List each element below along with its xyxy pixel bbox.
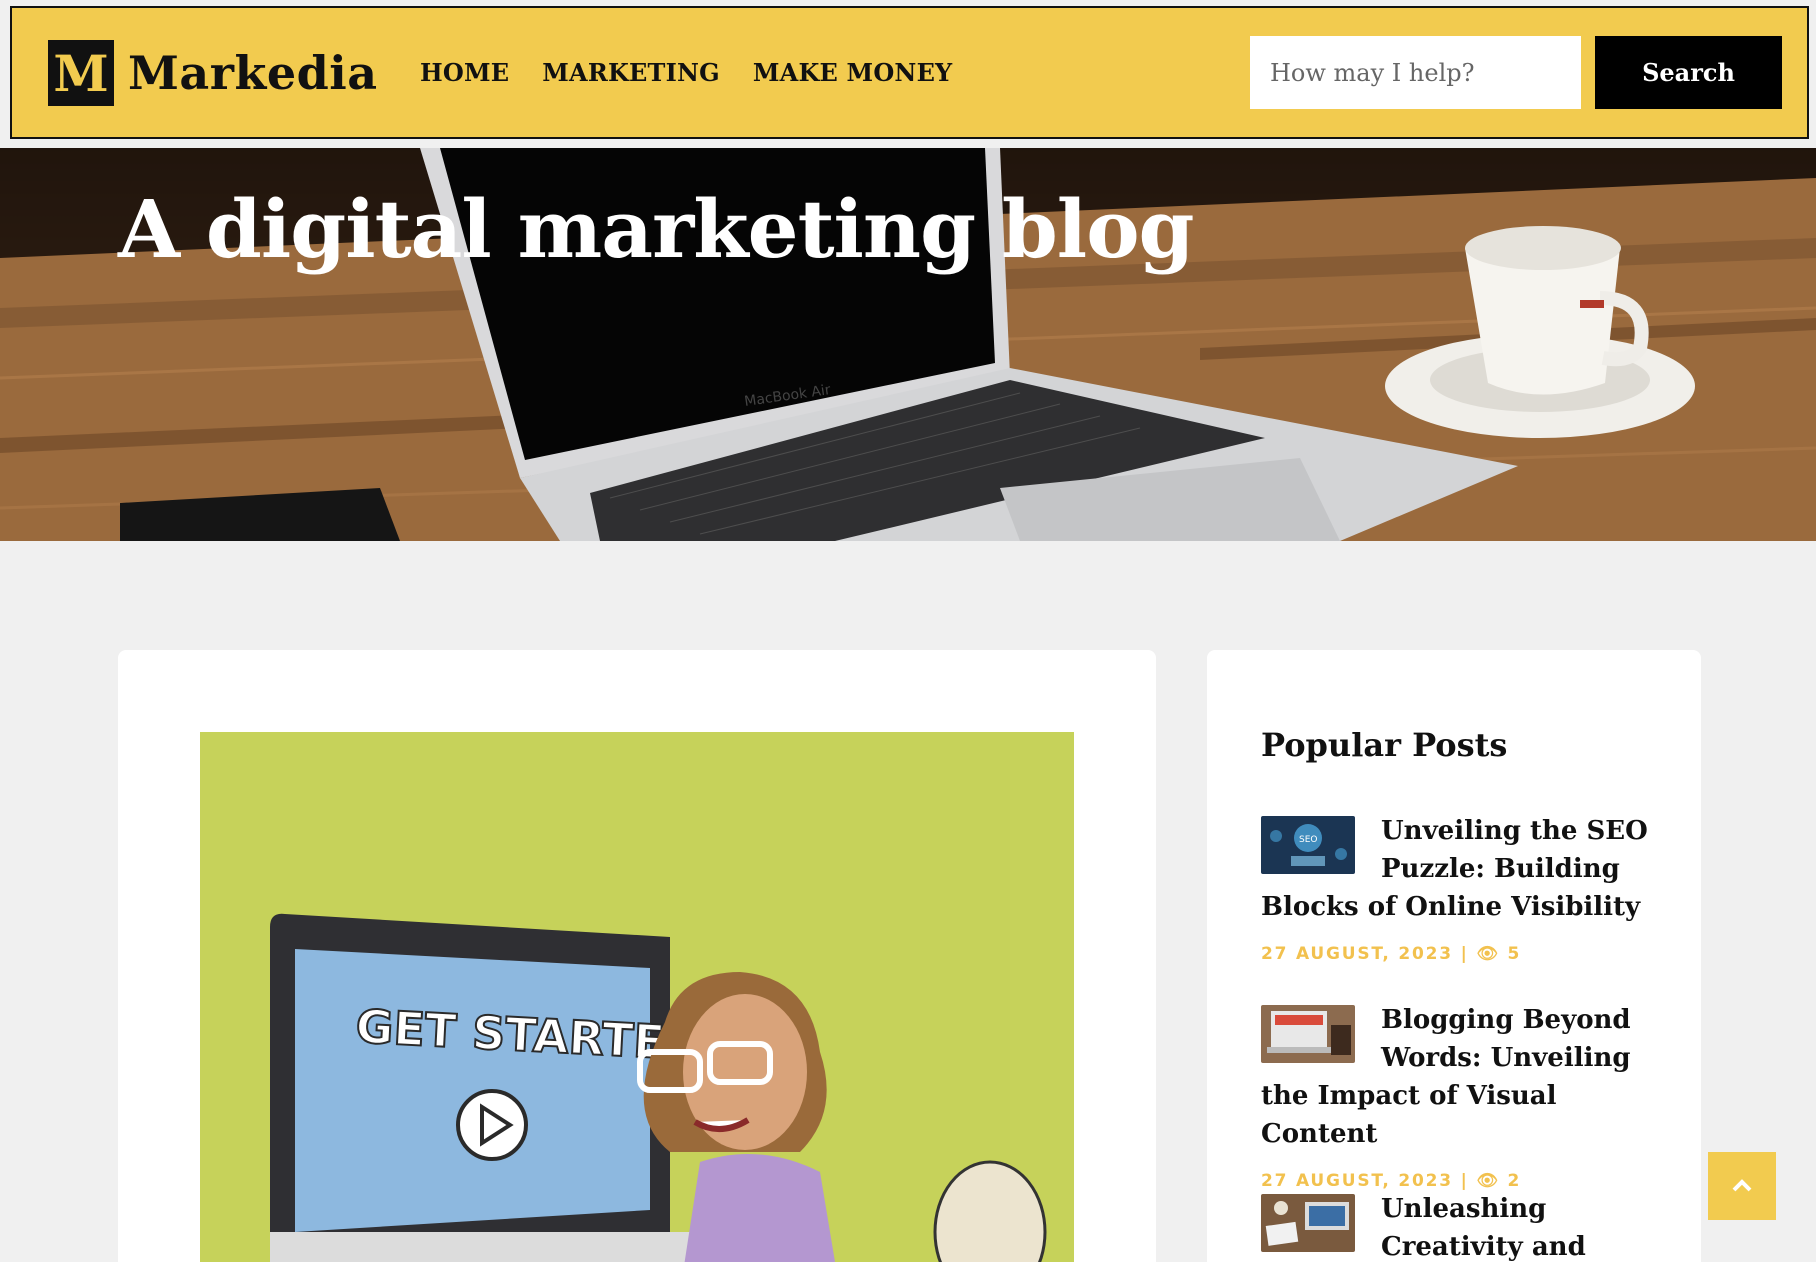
post-meta: 27 AUGUST, 2023 | 👁︎ 5	[1261, 944, 1651, 964]
article-featured-image[interactable]: GET STARTED	[200, 732, 1074, 1262]
popular-post-item[interactable]: Unleashing Creativity and	[1261, 1190, 1651, 1262]
get-started-illustration: GET STARTED	[200, 732, 1074, 1262]
main-nav: HOME MARKETING MAKE MONEY	[420, 8, 952, 137]
post-views: 5	[1507, 944, 1522, 964]
search-button[interactable]: Search	[1595, 36, 1782, 109]
seo-thumbnail[interactable]: SEO	[1261, 816, 1355, 874]
blogging-thumbnail[interactable]	[1261, 1005, 1355, 1063]
svg-text:SEO: SEO	[1299, 835, 1317, 845]
post-views: 2	[1507, 1171, 1522, 1191]
post-meta: 27 AUGUST, 2023 | 👁︎ 2	[1261, 1171, 1651, 1191]
eye-icon: 👁︎	[1476, 1171, 1500, 1191]
workspace-thumbnail[interactable]	[1261, 1194, 1355, 1252]
nav-marketing[interactable]: MARKETING	[542, 58, 720, 87]
hero-title: A digital marketing blog	[118, 182, 1194, 276]
meta-separator: |	[1460, 944, 1477, 964]
nav-make-money[interactable]: MAKE MONEY	[753, 58, 953, 87]
search-input[interactable]	[1250, 36, 1581, 109]
popular-post-item[interactable]: Blogging Beyond Words: Unveiling the Imp…	[1261, 1001, 1651, 1191]
sidebar-title: Popular Posts	[1261, 726, 1508, 764]
eye-icon: 👁︎	[1476, 944, 1500, 964]
site-logo[interactable]: M Markedia	[48, 40, 378, 106]
hero-banner: MacBook Air A digital marketing blog	[0, 148, 1816, 541]
site-header: M Markedia HOME MARKETING MAKE MONEY Sea…	[10, 6, 1809, 139]
popular-post-item[interactable]: SEO Unveiling the SEO Puzzle: Building B…	[1261, 812, 1651, 964]
post-date: 27 AUGUST, 2023	[1261, 944, 1453, 964]
chevron-up-icon	[1732, 1179, 1752, 1192]
scroll-to-top-button[interactable]	[1708, 1152, 1776, 1220]
article-card: GET STARTED	[118, 650, 1156, 1262]
sidebar-popular-posts: Popular Posts SEO Unveiling the SEO Puzz…	[1207, 650, 1701, 1262]
post-date: 27 AUGUST, 2023	[1261, 1171, 1453, 1191]
nav-home[interactable]: HOME	[420, 58, 509, 87]
logo-mark: M	[48, 40, 114, 106]
meta-separator: |	[1460, 1171, 1477, 1191]
logo-text: Markedia	[128, 46, 378, 100]
